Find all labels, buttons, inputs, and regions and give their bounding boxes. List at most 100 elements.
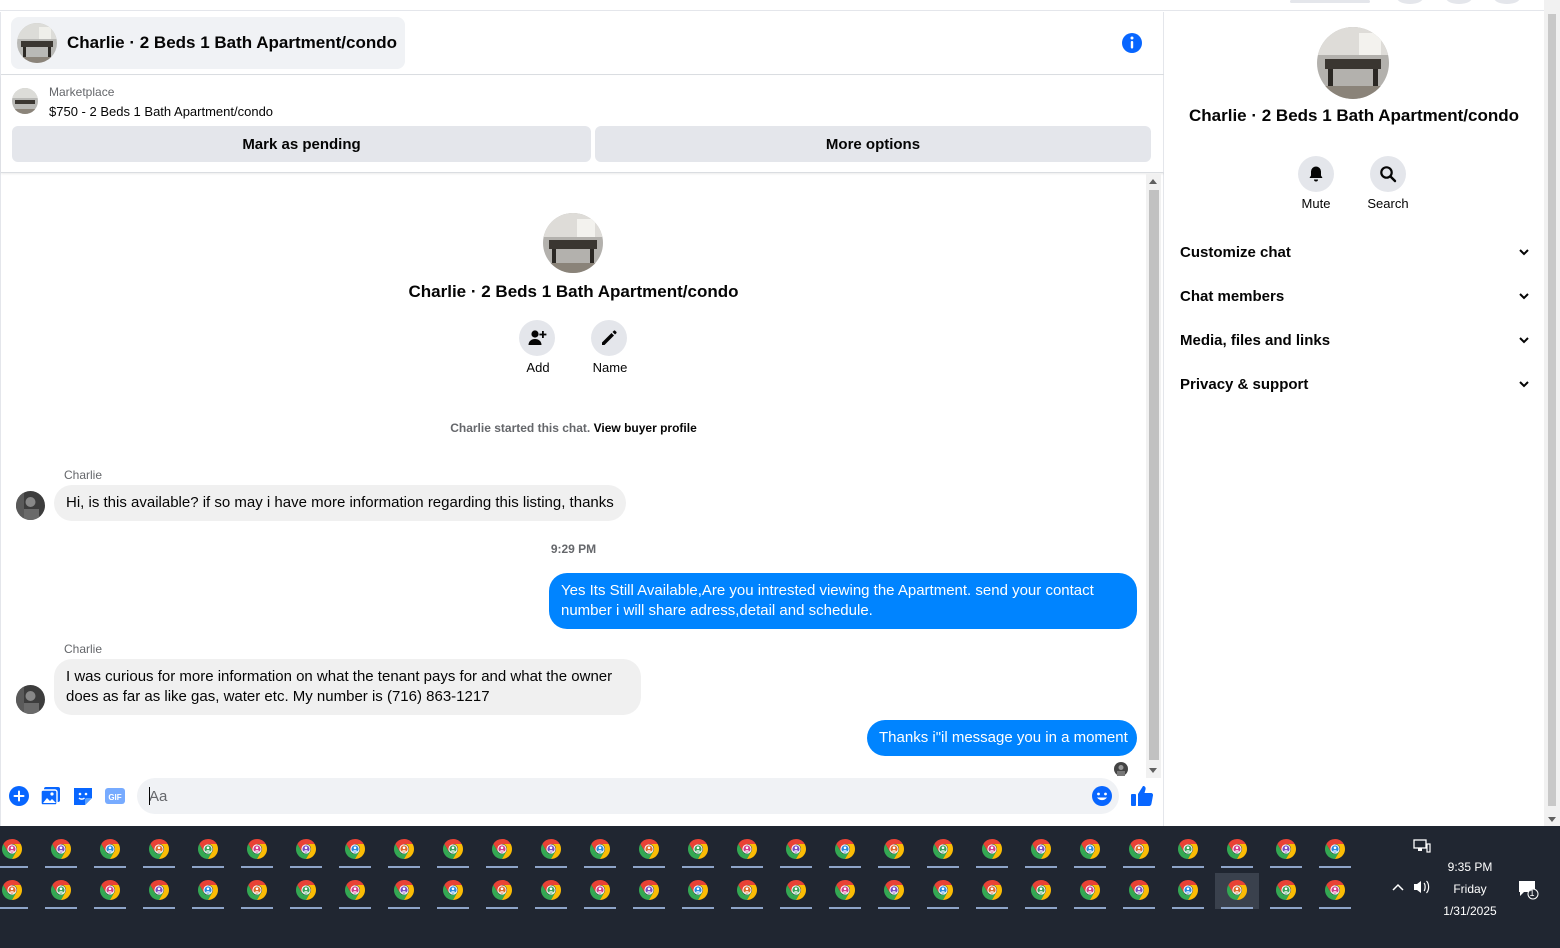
taskbar-chrome-window[interactable]: [725, 832, 769, 868]
taskbar-chrome-window[interactable]: [1215, 832, 1259, 868]
taskbar-chrome-window[interactable]: [333, 832, 377, 868]
more-options-button[interactable]: More options: [595, 126, 1151, 162]
taskbar-chrome-window[interactable]: [823, 832, 867, 868]
name-chat-button[interactable]: [591, 320, 627, 356]
taskbar-chrome-window[interactable]: [529, 832, 573, 868]
like-thumb-icon[interactable]: [1129, 783, 1155, 809]
message-bubble-incoming[interactable]: I was curious for more information on wh…: [54, 659, 641, 715]
taskbar-chrome-window[interactable]: [774, 873, 818, 909]
taskbar-chrome-window[interactable]: [431, 832, 475, 868]
taskbar-chrome-window[interactable]: [284, 873, 328, 909]
privacy-support-section[interactable]: Privacy & support: [1180, 366, 1530, 402]
running-indicator: [1270, 907, 1302, 909]
taskbar-chrome-window[interactable]: [872, 832, 916, 868]
taskbar-chrome-window[interactable]: [970, 873, 1014, 909]
running-indicator: [1270, 866, 1302, 868]
clock[interactable]: 9:35 PM Friday 1/31/2025: [1420, 856, 1520, 922]
taskbar-chrome-window[interactable]: [480, 832, 524, 868]
network-icon[interactable]: [1412, 838, 1432, 854]
taskbar-chrome-window[interactable]: [1068, 873, 1112, 909]
taskbar-chrome-window[interactable]: [676, 832, 720, 868]
taskbar-chrome-window[interactable]: [1166, 832, 1210, 868]
sender-avatar[interactable]: [16, 685, 45, 714]
taskbar-chrome-window[interactable]: [1117, 873, 1161, 909]
taskbar-chrome-window[interactable]: [186, 873, 230, 909]
taskbar-chrome-window[interactable]: [1068, 832, 1112, 868]
taskbar-chrome-window[interactable]: [431, 873, 475, 909]
taskbar-chrome-window[interactable]: [480, 873, 524, 909]
taskbar-chrome-window[interactable]: [627, 832, 671, 868]
taskbar-chrome-window[interactable]: [921, 873, 965, 909]
chrome-icon: [786, 839, 806, 859]
taskbar-chrome-window[interactable]: [1019, 873, 1063, 909]
emoji-icon[interactable]: [1090, 784, 1114, 808]
taskbar-chrome-window[interactable]: [333, 873, 377, 909]
taskbar-chrome-window[interactable]: [872, 873, 916, 909]
taskbar-chrome-window[interactable]: [578, 873, 622, 909]
scroll-thumb[interactable]: [1149, 190, 1159, 760]
taskbar-chrome-window[interactable]: [88, 832, 132, 868]
chat-panel: Charlie · 2 Beds 1 Bath Apartment/condo …: [0, 12, 1164, 826]
customize-chat-section[interactable]: Customize chat: [1180, 234, 1530, 270]
taskbar-chrome-window[interactable]: [578, 832, 622, 868]
mark-as-pending-button[interactable]: Mark as pending: [12, 126, 591, 162]
media-files-links-section[interactable]: Media, files and links: [1180, 322, 1530, 358]
info-icon[interactable]: [1121, 32, 1143, 54]
taskbar-chrome-window[interactable]: [0, 873, 34, 909]
plus-circle-icon[interactable]: [7, 784, 31, 808]
taskbar-chrome-window[interactable]: [1264, 873, 1308, 909]
taskbar-chrome-window[interactable]: [774, 832, 818, 868]
sender-avatar[interactable]: [16, 491, 45, 520]
message-bubble-outgoing[interactable]: Yes Its Still Available,Are you intreste…: [549, 573, 1137, 629]
taskbar-chrome-window[interactable]: [39, 873, 83, 909]
taskbar-chrome-window[interactable]: [382, 832, 426, 868]
taskbar-chrome-window[interactable]: [1313, 832, 1357, 868]
taskbar-chrome-window[interactable]: [0, 832, 34, 868]
taskbar-chrome-window[interactable]: [284, 832, 328, 868]
taskbar-chrome-window[interactable]: [529, 873, 573, 909]
message-bubble-outgoing[interactable]: Thanks i"il message you in a moment: [867, 720, 1137, 756]
add-people-button[interactable]: [519, 320, 555, 356]
message-scrollbar[interactable]: [1146, 174, 1161, 778]
gif-icon[interactable]: GIF: [103, 784, 127, 808]
chrome-icon: [835, 880, 855, 900]
photo-icon[interactable]: [39, 784, 63, 808]
taskbar-chrome-window[interactable]: [1264, 832, 1308, 868]
taskbar-chrome-window[interactable]: [235, 832, 279, 868]
taskbar-chrome-window[interactable]: [137, 873, 181, 909]
taskbar-chrome-window[interactable]: [725, 873, 769, 909]
view-buyer-profile-link[interactable]: View buyer profile: [594, 421, 697, 435]
message-input[interactable]: [137, 778, 1119, 814]
window-scrollbar[interactable]: [1544, 0, 1560, 826]
chevron-up-icon[interactable]: [1390, 880, 1406, 896]
mute-button[interactable]: [1298, 156, 1334, 192]
taskbar-chrome-window[interactable]: [970, 832, 1014, 868]
taskbar-chrome-window[interactable]: [823, 873, 867, 909]
chat-title: Charlie · 2 Beds 1 Bath Apartment/condo: [67, 33, 397, 52]
chat-members-section[interactable]: Chat members: [1180, 278, 1530, 314]
window-scroll-thumb[interactable]: [1548, 14, 1556, 806]
taskbar-chrome-window[interactable]: [676, 873, 720, 909]
scroll-up-arrow[interactable]: [1149, 179, 1157, 184]
taskbar-chrome-window[interactable]: [1215, 873, 1259, 909]
window-scroll-down[interactable]: [1548, 817, 1556, 822]
chat-title-button[interactable]: Charlie · 2 Beds 1 Bath Apartment/condo: [11, 17, 405, 69]
taskbar-chrome-window[interactable]: [921, 832, 965, 868]
taskbar-chrome-window[interactable]: [39, 832, 83, 868]
taskbar-chrome-window[interactable]: [1019, 832, 1063, 868]
chrome-icon: [100, 839, 120, 859]
taskbar-chrome-window[interactable]: [186, 832, 230, 868]
taskbar-chrome-window[interactable]: [1117, 832, 1161, 868]
taskbar-chrome-window[interactable]: [137, 832, 181, 868]
sticker-icon[interactable]: [71, 784, 95, 808]
taskbar-chrome-window[interactable]: [235, 873, 279, 909]
listing-price-title[interactable]: $750 - 2 Beds 1 Bath Apartment/condo: [49, 104, 273, 119]
message-bubble-incoming[interactable]: Hi, is this available? if so may i have …: [54, 485, 626, 521]
taskbar-chrome-window[interactable]: [1313, 873, 1357, 909]
taskbar-chrome-window[interactable]: [88, 873, 132, 909]
scroll-down-arrow[interactable]: [1149, 768, 1157, 773]
taskbar-chrome-window[interactable]: [382, 873, 426, 909]
search-in-chat-button[interactable]: [1370, 156, 1406, 192]
taskbar-chrome-window[interactable]: [627, 873, 671, 909]
taskbar-chrome-window[interactable]: [1166, 873, 1210, 909]
